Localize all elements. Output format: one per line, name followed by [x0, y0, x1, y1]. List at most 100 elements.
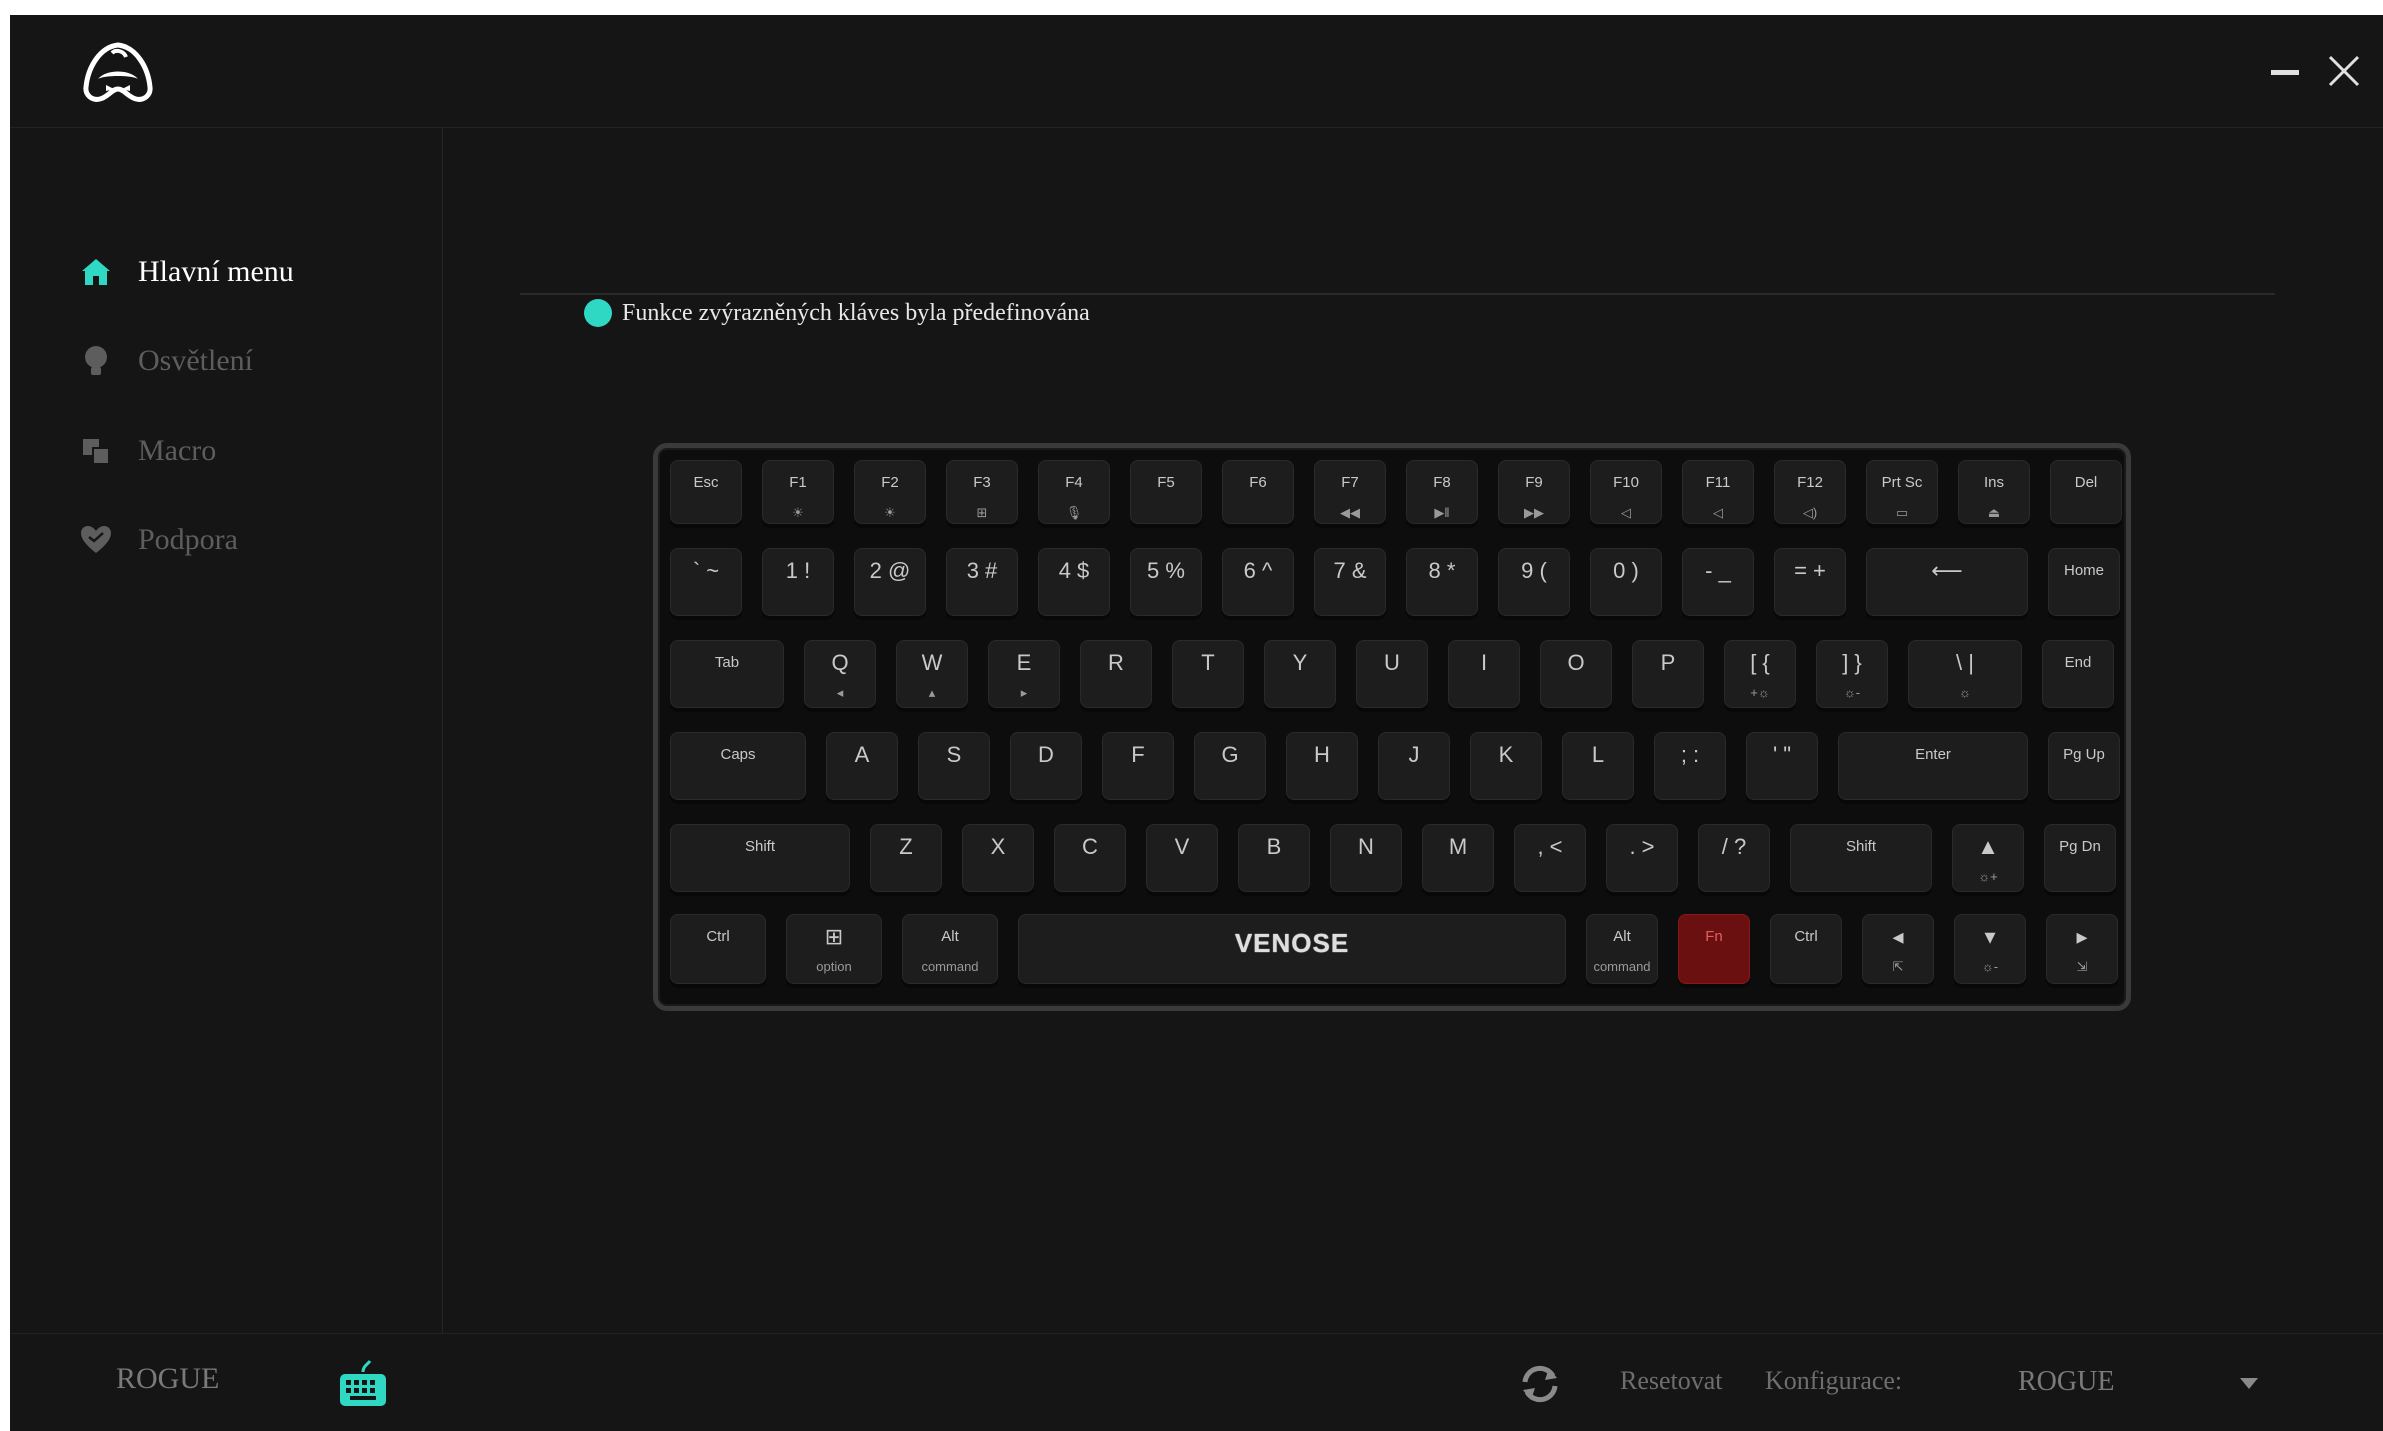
key-o[interactable]: O	[1540, 640, 1612, 708]
key-1[interactable]: 1 !	[762, 548, 834, 616]
key-del[interactable]: Del	[2050, 460, 2122, 524]
key-symbol[interactable]: ⟵	[1866, 548, 2028, 616]
key-f2[interactable]: F2 ☀	[854, 460, 926, 524]
key-shift[interactable]: Shift	[670, 824, 850, 892]
key-ctrl[interactable]: Ctrl	[1770, 914, 1842, 984]
key-r[interactable]: R	[1080, 640, 1152, 708]
hooded-logo-icon	[78, 39, 158, 109]
key-end[interactable]: End	[2042, 640, 2114, 708]
key-symbol[interactable]: , <	[1514, 824, 1586, 892]
key-f3[interactable]: F3 ⊞	[946, 460, 1018, 524]
key-symbol[interactable]: ] } ☼-	[1816, 640, 1888, 708]
key-f12[interactable]: F12 ◁)	[1774, 460, 1846, 524]
key-f4[interactable]: F4 🎙	[1038, 460, 1110, 524]
key-k[interactable]: K	[1470, 732, 1542, 800]
key-symbol[interactable]: = +	[1774, 548, 1846, 616]
key-z[interactable]: Z	[870, 824, 942, 892]
key-f7[interactable]: F7 ◀◀	[1314, 460, 1386, 524]
key-symbol[interactable]: [ {+☼	[1724, 640, 1796, 708]
key-4[interactable]: 4 $	[1038, 548, 1110, 616]
key-t[interactable]: T	[1172, 640, 1244, 708]
refresh-icon[interactable]	[1515, 1360, 1565, 1408]
key-8[interactable]: 8 *	[1406, 548, 1478, 616]
key-fn[interactable]: Fn	[1678, 914, 1750, 984]
key-l[interactable]: L	[1562, 732, 1634, 800]
key-symbol[interactable]: ' "	[1746, 732, 1818, 800]
key-caps[interactable]: Caps	[670, 732, 806, 800]
key-label: L	[1591, 742, 1605, 767]
key-v[interactable]: V	[1146, 824, 1218, 892]
key-symbol[interactable]: ▾ ☼-	[1954, 914, 2026, 984]
key-symbol[interactable]: . >	[1606, 824, 1678, 892]
app-window: Hlavní menu Osvětlení Macro Podpora Funk…	[10, 15, 2383, 1431]
key-5[interactable]: 5 %	[1130, 548, 1202, 616]
key-0[interactable]: 0 )	[1590, 548, 1662, 616]
key-f11[interactable]: F11 ◁	[1682, 460, 1754, 524]
key-label: ] }	[1842, 650, 1862, 675]
key-x[interactable]: X	[962, 824, 1034, 892]
key-s[interactable]: S	[918, 732, 990, 800]
sidebar-item-lighting[interactable]: Osvětlení	[78, 331, 253, 391]
key-f8[interactable]: F8 ▶‖	[1406, 460, 1478, 524]
key-esc[interactable]: Esc	[670, 460, 742, 524]
key-symbol[interactable]: ` ~	[670, 548, 742, 616]
chevron-down-icon	[2240, 1378, 2258, 1389]
key-f5[interactable]: F5	[1130, 460, 1202, 524]
key-n[interactable]: N	[1330, 824, 1402, 892]
close-button[interactable]	[2318, 45, 2370, 97]
key-pg-dn[interactable]: Pg Dn	[2044, 824, 2116, 892]
key-alt[interactable]: Alt command	[1586, 914, 1658, 984]
sidebar-item-main-menu[interactable]: Hlavní menu	[78, 242, 294, 302]
key-w[interactable]: W ▴	[896, 640, 968, 708]
key-alt[interactable]: Alt command	[902, 914, 998, 984]
key-i[interactable]: I	[1448, 640, 1520, 708]
key-prt-sc[interactable]: Prt Sc ▭	[1866, 460, 1938, 524]
key-h[interactable]: H	[1286, 732, 1358, 800]
key-f9[interactable]: F9 ▶▶	[1498, 460, 1570, 524]
key-u[interactable]: U	[1356, 640, 1428, 708]
key-f[interactable]: F	[1102, 732, 1174, 800]
key-7[interactable]: 7 &	[1314, 548, 1386, 616]
key-home[interactable]: Home	[2048, 548, 2120, 616]
reset-button[interactable]: Resetovat	[1620, 1366, 1723, 1396]
key-3[interactable]: 3 #	[946, 548, 1018, 616]
key-f10[interactable]: F10 ◁	[1590, 460, 1662, 524]
key-symbol[interactable]: / ?	[1698, 824, 1770, 892]
sidebar-item-support[interactable]: Podpora	[78, 510, 238, 570]
key-e[interactable]: E ▸	[988, 640, 1060, 708]
key-symbol[interactable]: - _	[1682, 548, 1754, 616]
keyboard-icon[interactable]	[336, 1358, 390, 1412]
key-space[interactable]: VENOSE	[1018, 914, 1566, 984]
key-symbol[interactable]: ▲ ☼+	[1952, 824, 2024, 892]
key-c[interactable]: C	[1054, 824, 1126, 892]
key-ctrl[interactable]: Ctrl	[670, 914, 766, 984]
key-b[interactable]: B	[1238, 824, 1310, 892]
key-symbol[interactable]: ▸ ⇲	[2046, 914, 2118, 984]
key-q[interactable]: Q ◂	[804, 640, 876, 708]
key-y[interactable]: Y	[1264, 640, 1336, 708]
key-p[interactable]: P	[1632, 640, 1704, 708]
key-enter[interactable]: Enter	[1838, 732, 2028, 800]
key-2[interactable]: 2 @	[854, 548, 926, 616]
key-j[interactable]: J	[1378, 732, 1450, 800]
sidebar-item-macro[interactable]: Macro	[78, 421, 216, 481]
key-f6[interactable]: F6	[1222, 460, 1294, 524]
key-sublabel: command	[1593, 959, 1651, 974]
key-a[interactable]: A	[826, 732, 898, 800]
key-f1[interactable]: F1 ☀	[762, 460, 834, 524]
key-symbol[interactable]: \ | ☼	[1908, 640, 2022, 708]
key-6[interactable]: 6 ^	[1222, 548, 1294, 616]
key-g[interactable]: G	[1194, 732, 1266, 800]
key-pg-up[interactable]: Pg Up	[2048, 732, 2120, 800]
key-symbol[interactable]: ; :	[1654, 732, 1726, 800]
key-symbol[interactable]: ⊞ option	[786, 914, 882, 984]
key-d[interactable]: D	[1010, 732, 1082, 800]
key-ins[interactable]: Ins ⏏	[1958, 460, 2030, 524]
config-dropdown[interactable]: ROGUE	[1970, 1356, 2270, 1412]
key-tab[interactable]: Tab	[670, 640, 784, 708]
key-m[interactable]: M	[1422, 824, 1494, 892]
key-shift[interactable]: Shift	[1790, 824, 1932, 892]
key-symbol[interactable]: ◂ ⇱	[1862, 914, 1934, 984]
minimize-button[interactable]	[2260, 45, 2312, 97]
key-9[interactable]: 9 (	[1498, 548, 1570, 616]
